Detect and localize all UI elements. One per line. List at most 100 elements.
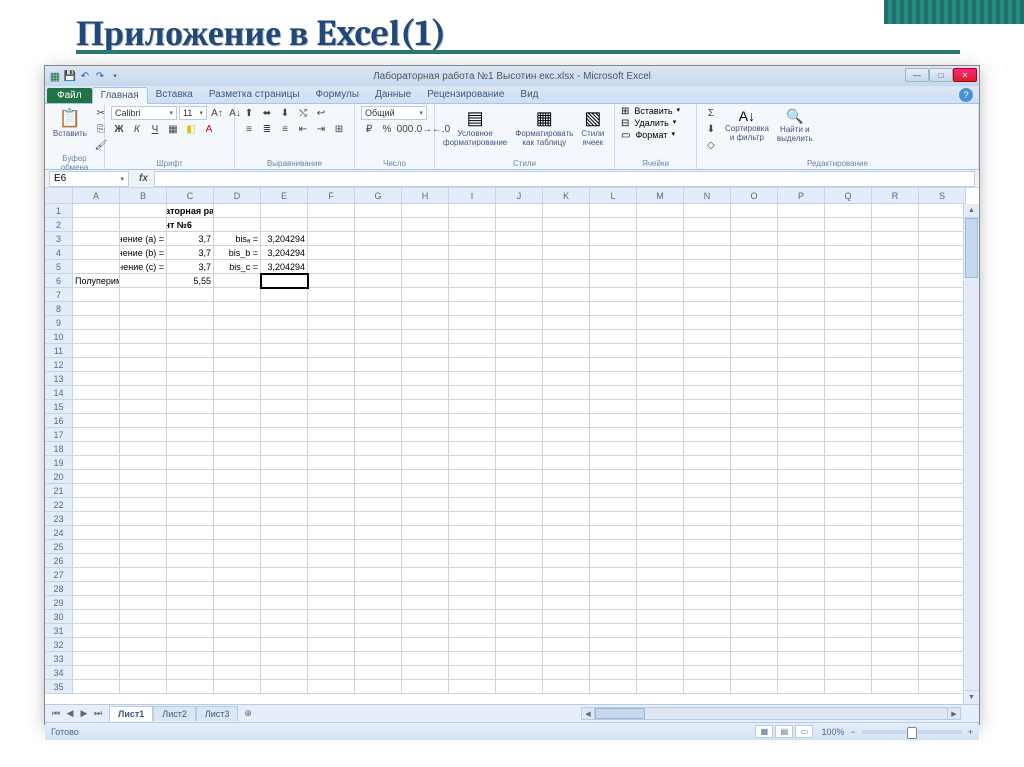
cell-S4[interactable] bbox=[919, 246, 966, 260]
ribbon-tab-2[interactable]: Разметка страницы bbox=[201, 87, 308, 103]
cell-K32[interactable] bbox=[543, 638, 590, 652]
cell-F34[interactable] bbox=[308, 666, 355, 680]
cell-F17[interactable] bbox=[308, 428, 355, 442]
cell-J35[interactable] bbox=[496, 680, 543, 694]
cell-M24[interactable] bbox=[637, 526, 684, 540]
percent-icon[interactable]: % bbox=[379, 122, 395, 136]
cell-S17[interactable] bbox=[919, 428, 966, 442]
cell-K24[interactable] bbox=[543, 526, 590, 540]
cell-C28[interactable] bbox=[167, 582, 214, 596]
cell-S29[interactable] bbox=[919, 596, 966, 610]
cell-S13[interactable] bbox=[919, 372, 966, 386]
cell-K33[interactable] bbox=[543, 652, 590, 666]
cell-I5[interactable] bbox=[449, 260, 496, 274]
cell-B22[interactable] bbox=[120, 498, 167, 512]
maximize-button[interactable]: □ bbox=[929, 68, 953, 82]
cell-S11[interactable] bbox=[919, 344, 966, 358]
cell-R12[interactable] bbox=[872, 358, 919, 372]
cell-G10[interactable] bbox=[355, 330, 402, 344]
cell-O22[interactable] bbox=[731, 498, 778, 512]
cell-K25[interactable] bbox=[543, 540, 590, 554]
row-header-25[interactable]: 25 bbox=[45, 540, 73, 554]
cell-J34[interactable] bbox=[496, 666, 543, 680]
cell-A33[interactable] bbox=[73, 652, 120, 666]
cell-M23[interactable] bbox=[637, 512, 684, 526]
cell-M7[interactable] bbox=[637, 288, 684, 302]
cell-D16[interactable] bbox=[214, 414, 261, 428]
cell-S8[interactable] bbox=[919, 302, 966, 316]
cell-A5[interactable] bbox=[73, 260, 120, 274]
cell-P23[interactable] bbox=[778, 512, 825, 526]
cell-S3[interactable] bbox=[919, 232, 966, 246]
cell-H19[interactable] bbox=[402, 456, 449, 470]
cell-D1[interactable] bbox=[214, 204, 261, 218]
cell-R33[interactable] bbox=[872, 652, 919, 666]
cell-O30[interactable] bbox=[731, 610, 778, 624]
close-button[interactable]: ✕ bbox=[953, 68, 977, 82]
cell-A32[interactable] bbox=[73, 638, 120, 652]
cell-F28[interactable] bbox=[308, 582, 355, 596]
cell-G14[interactable] bbox=[355, 386, 402, 400]
ribbon-tab-6[interactable]: Вид bbox=[512, 87, 546, 103]
cell-M12[interactable] bbox=[637, 358, 684, 372]
cell-D7[interactable] bbox=[214, 288, 261, 302]
cell-D14[interactable] bbox=[214, 386, 261, 400]
cell-J22[interactable] bbox=[496, 498, 543, 512]
sheet-tab-0[interactable]: Лист1 bbox=[109, 706, 153, 721]
cell-N4[interactable] bbox=[684, 246, 731, 260]
cell-F4[interactable] bbox=[308, 246, 355, 260]
cell-G23[interactable] bbox=[355, 512, 402, 526]
cell-J11[interactable] bbox=[496, 344, 543, 358]
fx-icon[interactable]: fx bbox=[139, 173, 148, 184]
cell-M29[interactable] bbox=[637, 596, 684, 610]
row-header-15[interactable]: 15 bbox=[45, 400, 73, 414]
cell-J12[interactable] bbox=[496, 358, 543, 372]
cell-E15[interactable] bbox=[261, 400, 308, 414]
cell-H24[interactable] bbox=[402, 526, 449, 540]
cell-H29[interactable] bbox=[402, 596, 449, 610]
cell-P8[interactable] bbox=[778, 302, 825, 316]
cell-K31[interactable] bbox=[543, 624, 590, 638]
cell-P31[interactable] bbox=[778, 624, 825, 638]
cell-O8[interactable] bbox=[731, 302, 778, 316]
cell-R11[interactable] bbox=[872, 344, 919, 358]
cell-E18[interactable] bbox=[261, 442, 308, 456]
cell-L14[interactable] bbox=[590, 386, 637, 400]
cell-M5[interactable] bbox=[637, 260, 684, 274]
cell-M10[interactable] bbox=[637, 330, 684, 344]
cell-I1[interactable] bbox=[449, 204, 496, 218]
row-header-6[interactable]: 6 bbox=[45, 274, 73, 288]
cell-B33[interactable] bbox=[120, 652, 167, 666]
cell-O27[interactable] bbox=[731, 568, 778, 582]
bold-icon[interactable]: Ж bbox=[111, 122, 127, 136]
cell-C18[interactable] bbox=[167, 442, 214, 456]
sheet-tab-2[interactable]: Лист3 bbox=[196, 706, 239, 721]
cell-R9[interactable] bbox=[872, 316, 919, 330]
cell-C17[interactable] bbox=[167, 428, 214, 442]
cell-L17[interactable] bbox=[590, 428, 637, 442]
cell-P21[interactable] bbox=[778, 484, 825, 498]
cell-N33[interactable] bbox=[684, 652, 731, 666]
cell-G6[interactable] bbox=[355, 274, 402, 288]
cell-F19[interactable] bbox=[308, 456, 355, 470]
cell-E20[interactable] bbox=[261, 470, 308, 484]
cell-B26[interactable] bbox=[120, 554, 167, 568]
cell-I4[interactable] bbox=[449, 246, 496, 260]
cell-G15[interactable] bbox=[355, 400, 402, 414]
cell-Q6[interactable] bbox=[825, 274, 872, 288]
cell-G19[interactable] bbox=[355, 456, 402, 470]
cell-H1[interactable] bbox=[402, 204, 449, 218]
cell-B34[interactable] bbox=[120, 666, 167, 680]
cell-P33[interactable] bbox=[778, 652, 825, 666]
cell-M8[interactable] bbox=[637, 302, 684, 316]
number-format-combo[interactable]: Общий▾ bbox=[361, 106, 427, 120]
help-icon[interactable]: ? bbox=[959, 88, 973, 102]
cell-N3[interactable] bbox=[684, 232, 731, 246]
font-color-icon[interactable]: A bbox=[201, 122, 217, 136]
cell-Q13[interactable] bbox=[825, 372, 872, 386]
cell-F31[interactable] bbox=[308, 624, 355, 638]
cell-B9[interactable] bbox=[120, 316, 167, 330]
cell-P28[interactable] bbox=[778, 582, 825, 596]
cell-Q26[interactable] bbox=[825, 554, 872, 568]
cell-R1[interactable] bbox=[872, 204, 919, 218]
